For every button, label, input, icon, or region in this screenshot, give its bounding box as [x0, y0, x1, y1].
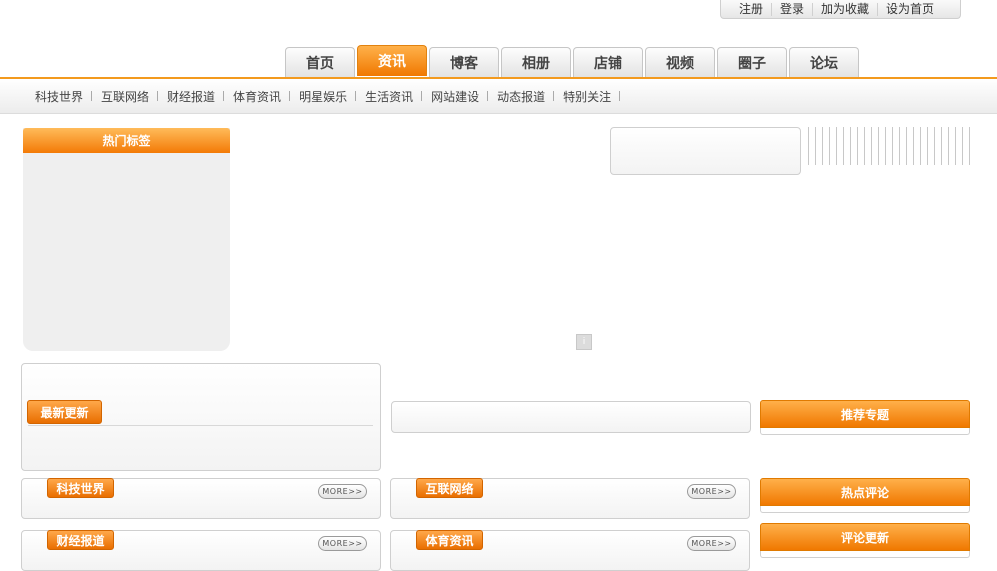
tech-more-button[interactable]: MORE>> [318, 484, 367, 499]
finance-more-button[interactable]: MORE>> [318, 536, 367, 551]
subnav-life[interactable]: 生活资讯 [356, 88, 423, 105]
login-link[interactable]: 登录 [771, 2, 812, 16]
subnav-stars[interactable]: 明星娱乐 [290, 88, 357, 105]
subnav-special[interactable]: 特别关注 [554, 88, 621, 105]
tab-news[interactable]: 资讯 [357, 45, 427, 76]
hot-tags-box [23, 128, 230, 351]
hot-comments-title: 热点评论 [760, 478, 970, 506]
register-link[interactable]: 注册 [721, 2, 771, 16]
sub-nav: 科技世界 互联网络 财经报道 体育资讯 明星娱乐 生活资讯 网站建设 动态报道 … [0, 79, 997, 114]
subnav-tech[interactable]: 科技世界 [26, 88, 93, 105]
add-favorite-link[interactable]: 加为收藏 [812, 2, 877, 16]
comment-updates-title: 评论更新 [760, 523, 970, 551]
sports-section-title: 体育资讯 [416, 530, 483, 550]
slider-dot-button[interactable]: i [576, 334, 592, 350]
latest-updates-title: 最新更新 [27, 400, 102, 424]
internet-section-title: 互联网络 [416, 478, 483, 498]
tab-home[interactable]: 首页 [285, 47, 355, 77]
subnav-sports[interactable]: 体育资讯 [224, 88, 291, 105]
latest-divider [28, 425, 373, 426]
tab-circle[interactable]: 圈子 [717, 47, 787, 77]
hot-tags-title: 热门标签 [23, 128, 230, 153]
middle-panel [391, 401, 751, 433]
tab-album[interactable]: 相册 [501, 47, 571, 77]
recommend-topics-title: 推荐专题 [760, 400, 970, 428]
subnav-internet[interactable]: 互联网络 [92, 88, 159, 105]
tech-section-title: 科技世界 [47, 478, 114, 498]
subnav-web[interactable]: 网站建设 [422, 88, 489, 105]
internet-more-button[interactable]: MORE>> [687, 484, 736, 499]
tab-blog[interactable]: 博客 [429, 47, 499, 77]
set-homepage-link[interactable]: 设为首页 [877, 2, 942, 16]
subnav-finance[interactable]: 财经报道 [158, 88, 225, 105]
sports-more-button[interactable]: MORE>> [687, 536, 736, 551]
tab-video[interactable]: 视频 [645, 47, 715, 77]
tab-forum[interactable]: 论坛 [789, 47, 859, 77]
search-panel [610, 127, 801, 175]
tab-shop[interactable]: 店铺 [573, 47, 643, 77]
finance-section-title: 财经报道 [47, 530, 114, 550]
subnav-dynamic[interactable]: 动态报道 [488, 88, 555, 105]
hot-comments-body [760, 506, 970, 513]
decorative-stripes [808, 127, 970, 165]
top-links-bar: 注册 登录 加为收藏 设为首页 [720, 0, 961, 19]
comment-updates-body [760, 551, 970, 558]
recommend-topics-body [760, 428, 970, 435]
